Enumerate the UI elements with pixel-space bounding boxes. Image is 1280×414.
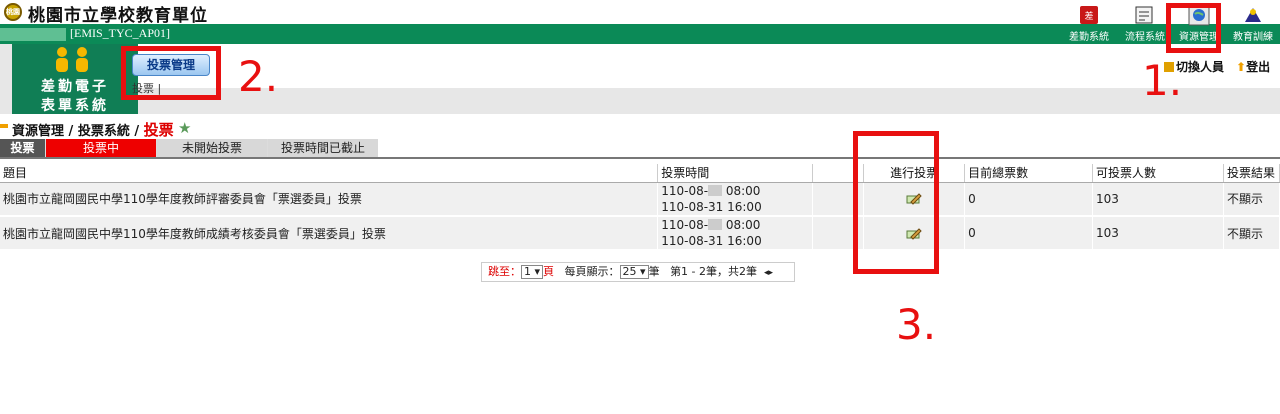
start-hour: 08:00 bbox=[722, 218, 761, 232]
nav-item-attendance[interactable]: 差 差勤系統 bbox=[1060, 4, 1118, 44]
school-logo: 桃園 bbox=[4, 3, 22, 21]
switch-user-label: 切換人員 bbox=[1176, 60, 1225, 74]
col-time[interactable]: 投票時間 bbox=[657, 164, 814, 183]
table-row: 桃園市立龍岡國民中學110學年度教師評審委員會「票選委員」投票 110-08- … bbox=[0, 182, 1280, 217]
annotation-box-2 bbox=[121, 46, 221, 100]
start-hour: 08:00 bbox=[722, 183, 761, 198]
page-unit: 頁 bbox=[543, 265, 555, 278]
table-header-row: 題目 投票時間 進行投票 目前總票數 可投票人數 投票結果 bbox=[0, 164, 1280, 183]
system-logo: 差勤電子 表單系統 bbox=[12, 44, 138, 114]
nav-label: 差勤系統 bbox=[1069, 32, 1109, 43]
redacted-block bbox=[708, 219, 723, 230]
system-name-line1: 差勤電子 bbox=[41, 79, 109, 95]
tab-not-started[interactable]: 未開始投票 bbox=[157, 139, 267, 157]
row-time: 110-08- 08:00 110-08-31 16:00 bbox=[657, 182, 814, 217]
breadcrumb-marker bbox=[0, 124, 8, 128]
logo-text: 桃園 bbox=[6, 8, 20, 16]
account-label: [EMIS_TYC_AP01] bbox=[0, 26, 170, 41]
annotation-box-3 bbox=[853, 131, 939, 274]
per-page-select[interactable]: 25 ▾ bbox=[619, 265, 649, 279]
breadcrumb: 資源管理 / 投票系統 / 投票 bbox=[12, 119, 174, 140]
breadcrumb-current: 投票 bbox=[143, 121, 174, 139]
nav-label: 教育訓練 bbox=[1233, 32, 1273, 43]
tab-voting[interactable]: 投票中 bbox=[46, 139, 156, 157]
svg-text:差: 差 bbox=[1084, 10, 1093, 22]
row-end-time: 110-08-31 16:00 bbox=[661, 234, 762, 248]
annotation-label-2: 2. bbox=[238, 52, 279, 101]
nav-item-training[interactable]: 教育訓練 bbox=[1224, 4, 1280, 44]
annotation-box-1 bbox=[1166, 3, 1221, 53]
workflow-icon bbox=[1135, 6, 1153, 24]
people-icon bbox=[56, 47, 88, 72]
start-date: 110-08- bbox=[661, 183, 709, 198]
vote-table: 題目 投票時間 進行投票 目前總票數 可投票人數 投票結果 桃園市立龍岡國民中學… bbox=[0, 164, 1280, 251]
annotation-label-1: 1. bbox=[1142, 56, 1183, 105]
col-title[interactable]: 題目 bbox=[0, 164, 659, 183]
page-select-value: 1 bbox=[524, 265, 531, 278]
row-start-time: 110-08- 08:00 bbox=[661, 183, 809, 199]
redacted-block bbox=[708, 184, 723, 196]
arrow-up-icon: ⬆ bbox=[1236, 60, 1247, 74]
row-title: 桃園市立龍岡國民中學110學年度教師評審委員會「票選委員」投票 bbox=[0, 182, 659, 217]
row-result: 不顯示 bbox=[1223, 216, 1280, 251]
breadcrumb-sep: / bbox=[64, 124, 78, 139]
row-eligible: 103 bbox=[1092, 216, 1224, 251]
prev-next-arrows-icon[interactable]: ◂▸ bbox=[764, 268, 773, 278]
col-eligible[interactable]: 可投票人數 bbox=[1092, 164, 1224, 183]
redacted-block bbox=[0, 27, 66, 41]
tab-closed[interactable]: 投票時間已截止 bbox=[268, 139, 378, 157]
favorite-star-icon[interactable]: ★ bbox=[178, 119, 191, 137]
goto-label: 跳至： bbox=[488, 265, 521, 278]
table-row: 桃園市立龍岡國民中學110學年度教師成績考核委員會「票選委員」投票 110-08… bbox=[0, 216, 1280, 251]
row-start-time: 110-08- 08:00 bbox=[661, 217, 809, 233]
start-date: 110-08- bbox=[661, 218, 709, 232]
header-strip-left bbox=[0, 44, 12, 114]
row-time: 110-08- 08:00 110-08-31 16:00 bbox=[657, 216, 814, 251]
pagination: 跳至： 1 ▾ 頁 每頁顯示： 25 ▾ 筆 第1 - 2筆，共2筆 ◂▸ bbox=[481, 262, 795, 282]
page-select[interactable]: 1 ▾ bbox=[521, 265, 544, 279]
row-eligible: 103 bbox=[1092, 182, 1224, 217]
training-icon bbox=[1245, 8, 1261, 22]
row-end-time: 110-08-31 16:00 bbox=[661, 199, 762, 214]
per-page-unit: 筆 bbox=[648, 265, 660, 278]
per-page-value: 25 bbox=[622, 265, 637, 278]
logout-label: 登出 bbox=[1246, 60, 1271, 74]
breadcrumb-sep: / bbox=[129, 124, 144, 139]
tabs-underline bbox=[0, 157, 1280, 159]
row-total: 0 bbox=[964, 216, 1093, 251]
tab-vote-title: 投票 bbox=[0, 139, 45, 157]
attendance-icon: 差 bbox=[1080, 6, 1098, 24]
per-page-label: 每頁顯示： bbox=[564, 265, 620, 278]
col-result[interactable]: 投票結果 bbox=[1223, 164, 1280, 183]
account-id: [EMIS_TYC_AP01] bbox=[70, 26, 171, 40]
annotation-label-3: 3. bbox=[896, 300, 937, 349]
row-title: 桃園市立龍岡國民中學110學年度教師成績考核委員會「票選委員」投票 bbox=[0, 216, 659, 251]
logout-link[interactable]: ⬆登出 bbox=[1236, 58, 1270, 75]
site-title: 桃園市立學校教育單位 bbox=[28, 6, 208, 26]
breadcrumb-resource[interactable]: 資源管理 bbox=[12, 124, 64, 139]
col-total[interactable]: 目前總票數 bbox=[964, 164, 1093, 183]
row-result: 不顯示 bbox=[1223, 182, 1280, 217]
row-total: 0 bbox=[964, 182, 1093, 217]
breadcrumb-vote-system[interactable]: 投票系統 bbox=[78, 124, 130, 139]
system-name-line2: 表單系統 bbox=[41, 98, 109, 114]
record-summary: 第1 - 2筆，共2筆 bbox=[670, 265, 758, 278]
